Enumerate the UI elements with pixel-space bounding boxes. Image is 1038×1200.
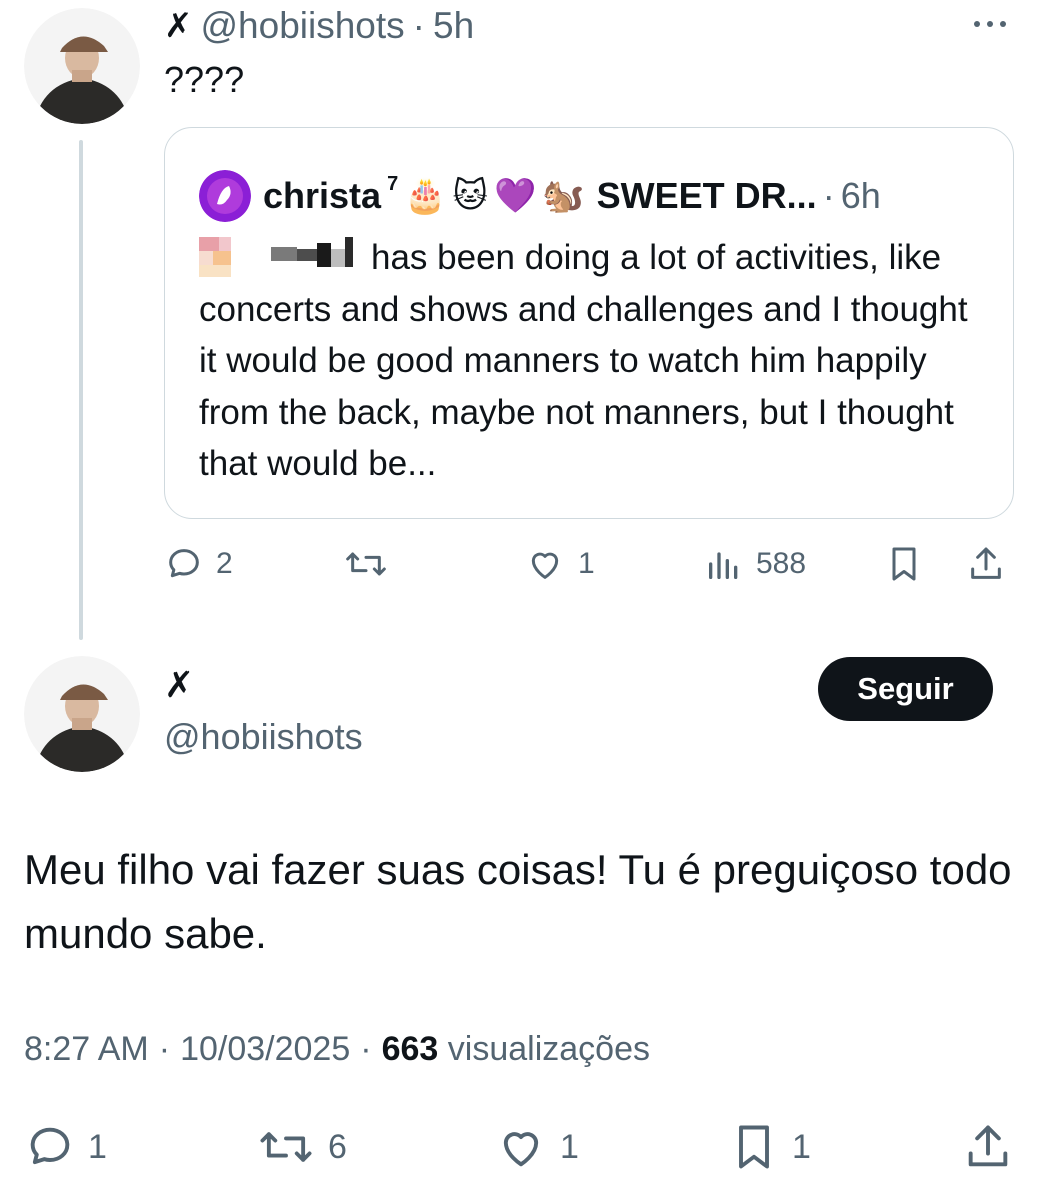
repost-button[interactable]: 6 bbox=[256, 1121, 347, 1173]
handle[interactable]: @hobiishots bbox=[201, 4, 405, 48]
tweet-time[interactable]: 8:27 AM bbox=[24, 1030, 149, 1069]
cat-emoji: 🐱 bbox=[452, 177, 488, 215]
views-count: 663 bbox=[381, 1030, 439, 1068]
tweet-date[interactable]: 10/03/2025 bbox=[180, 1030, 350, 1069]
heart-icon bbox=[531, 552, 559, 579]
reply-button[interactable]: 2 bbox=[164, 544, 233, 584]
handle[interactable]: @hobiishots bbox=[164, 716, 363, 758]
views-label: visualizações bbox=[447, 1030, 650, 1068]
separator: · bbox=[360, 1030, 372, 1068]
tweet-meta: 8:27 AM · 10/03/2025 · 663 visualizações bbox=[24, 1030, 650, 1069]
quoted-header: christa 7 🎂 🐱 💜 🐿️ SWEET DR... · 6h bbox=[263, 166, 881, 226]
like-button[interactable]: 1 bbox=[524, 544, 595, 584]
views-count: 588 bbox=[756, 547, 807, 580]
repost-count: 6 bbox=[328, 1127, 347, 1166]
share-button[interactable] bbox=[962, 1121, 1014, 1173]
quoted-tweet-card[interactable]: christa 7 🎂 🐱 💜 🐿️ SWEET DR... · 6h has b… bbox=[164, 127, 1014, 519]
separator: · bbox=[412, 5, 425, 46]
share-icon bbox=[971, 547, 1001, 579]
quoted-name-continued[interactable]: SWEET DR... bbox=[597, 175, 817, 217]
repost-icon bbox=[260, 1132, 312, 1162]
avatar[interactable] bbox=[24, 8, 140, 124]
quoted-avatar bbox=[199, 170, 251, 222]
reply-action-bar: 2 1 588 bbox=[0, 540, 1038, 590]
like-count: 1 bbox=[578, 547, 595, 580]
bookmark-icon bbox=[892, 547, 916, 581]
like-button[interactable]: 1 bbox=[494, 1121, 579, 1173]
repost-icon bbox=[346, 552, 386, 576]
reply-icon bbox=[30, 1127, 70, 1165]
reply-text: ???? bbox=[164, 59, 245, 100]
bar-chart-icon bbox=[709, 552, 738, 579]
pixelated-redaction bbox=[199, 237, 371, 277]
bookmark-button[interactable]: 1 bbox=[728, 1121, 811, 1173]
more-options-icon[interactable] bbox=[970, 14, 1010, 34]
bookmark-button[interactable] bbox=[884, 544, 924, 584]
avatar[interactable] bbox=[24, 656, 140, 772]
reply-header: ✗ @hobiishots · 5h bbox=[164, 4, 474, 48]
quoted-text-line1: has been doing a lot of activities, bbox=[371, 238, 879, 277]
share-button[interactable] bbox=[966, 544, 1006, 584]
like-count: 1 bbox=[560, 1127, 579, 1166]
separator: · bbox=[158, 1030, 171, 1068]
tweet-action-bar: 1 6 1 1 bbox=[0, 1115, 1038, 1175]
cake-emoji: 🎂 bbox=[404, 177, 447, 215]
quoted-text: has been doing a lot of activities, like… bbox=[199, 232, 989, 490]
purple-heart-emoji: 💜 bbox=[493, 177, 537, 215]
bookmark-count: 1 bbox=[792, 1127, 811, 1166]
repost-button[interactable] bbox=[342, 544, 402, 584]
reply-icon bbox=[169, 549, 199, 578]
reply-count: 2 bbox=[216, 547, 233, 580]
display-name[interactable]: ✗ bbox=[164, 4, 193, 48]
share-icon bbox=[968, 1125, 1008, 1167]
views-button[interactable]: 588 bbox=[704, 544, 806, 584]
quoted-name-superscript: 7 bbox=[387, 172, 399, 195]
reply-count: 1 bbox=[88, 1127, 107, 1166]
follow-button[interactable]: Seguir bbox=[818, 657, 993, 721]
heart-icon bbox=[503, 1132, 539, 1167]
bookmark-icon bbox=[739, 1125, 769, 1169]
separator: · bbox=[822, 175, 835, 216]
display-name[interactable]: ✗ bbox=[164, 664, 194, 706]
tweet-text: Meu filho vai fazer suas coisas! Tu é pr… bbox=[24, 846, 1012, 957]
reply-button[interactable]: 1 bbox=[24, 1121, 107, 1173]
chipmunk-emoji: 🐿️ bbox=[542, 177, 585, 215]
quoted-timestamp[interactable]: 6h bbox=[841, 175, 881, 217]
timestamp[interactable]: 5h bbox=[433, 4, 474, 48]
quoted-name[interactable]: christa bbox=[263, 175, 381, 217]
